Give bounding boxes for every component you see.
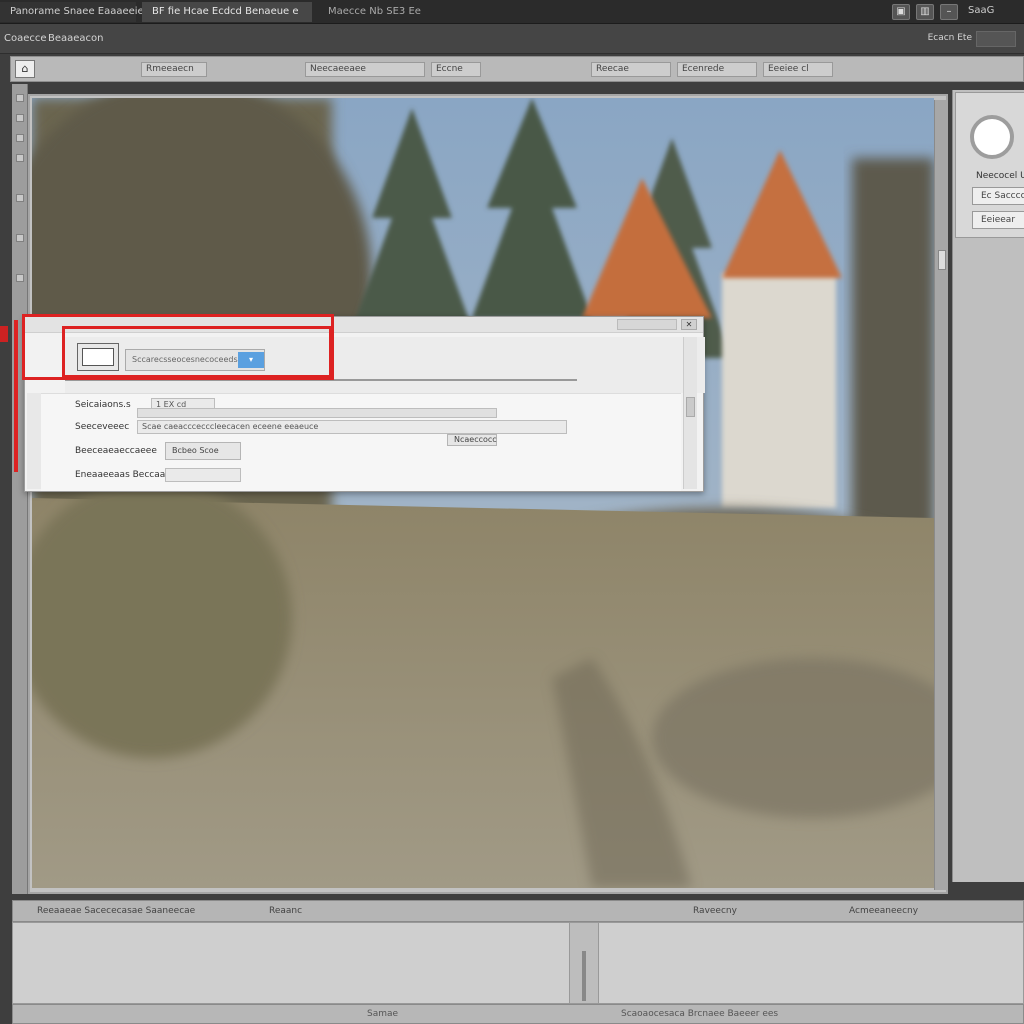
bottom-label-3[interactable]: Raveecny — [693, 906, 737, 916]
highlight-marker — [0, 326, 8, 342]
title-bar: Panorame Snaee Eaaaeeie ie BF fie Hcae E… — [0, 0, 1024, 24]
dialog-row-4-input[interactable] — [165, 468, 241, 482]
tab-active-document[interactable]: BF fie Hcae Ecdcd Benaeue e — [142, 2, 312, 22]
bottom-panel — [12, 922, 1024, 1004]
menu-item-file[interactable]: Coaecce — [4, 33, 47, 44]
eraser-tool-icon[interactable] — [16, 274, 24, 282]
dialog-body: Seicaiaons.s 1 EX cd Seeceveeec Scae cae… — [41, 393, 681, 491]
options-toolbar: ⌂ Rmeeaecn Neecaeeaee Eccne Reecae Ecenr… — [10, 56, 1024, 82]
dialog-scrollbar[interactable] — [683, 337, 697, 489]
toolbar-field-4[interactable]: Reecae — [591, 62, 671, 77]
menu-item-edit[interactable]: Beaaeacon — [48, 33, 104, 44]
canvas-photo[interactable] — [32, 98, 934, 888]
minimize-icon[interactable]: – — [940, 4, 958, 20]
landscape-image — [32, 98, 934, 888]
move-tool-icon[interactable] — [16, 94, 24, 102]
toolbar-field-3[interactable]: Eccne — [431, 62, 481, 77]
dialog-scroll-thumb[interactable] — [686, 397, 695, 417]
right-panel: Neecocel Ue Ec Sacccce Eeieear — [952, 90, 1024, 882]
menubar-right-label[interactable]: Ecacn Ete — [928, 33, 972, 43]
brush-tool-icon[interactable] — [16, 194, 24, 202]
scroll-thumb[interactable] — [938, 250, 946, 270]
dialog-row-1-label: Seicaiaons.s — [75, 400, 131, 410]
right-panel-input-2[interactable]: Eeieear — [972, 211, 1024, 229]
canvas-vertical-scrollbar[interactable] — [934, 100, 948, 890]
window-tile-icon[interactable]: ▥ — [916, 4, 934, 20]
select-tool-icon[interactable] — [16, 114, 24, 122]
right-panel-label: Neecocel Ue — [976, 171, 1024, 181]
dialog-row-3-label: Beeceaeaeccaeee — [75, 446, 157, 456]
toolbar-field-5[interactable]: Ecenrede — [677, 62, 757, 77]
crop-tool-icon[interactable] — [16, 154, 24, 162]
bottom-panel-header: Reeaaeae Sacececasae Saaneecae Reaanc Ra… — [12, 900, 1024, 922]
right-panel-top: Neecocel Ue Ec Sacccce Eeieear — [955, 92, 1024, 238]
highlight-box-inner — [62, 326, 332, 378]
brush-preview-icon[interactable] — [970, 115, 1014, 159]
toolbar-field-6[interactable]: Eeeiee cl — [763, 62, 833, 77]
stamp-tool-icon[interactable] — [16, 234, 24, 242]
dialog-minimize-bar[interactable] — [617, 319, 677, 330]
dialog-row-4-label: Eneaaeeaas Beccaae — [75, 470, 171, 480]
menubar-options-button[interactable] — [976, 31, 1016, 47]
dialog-side-button[interactable]: Ncaeccocc — [447, 434, 497, 446]
home-icon[interactable]: ⌂ — [15, 60, 35, 78]
toolbar-field-2[interactable]: Neecaeeaee — [305, 62, 425, 77]
dialog-row-3-button[interactable]: Bcbeo Scoe — [165, 442, 241, 460]
status-bar: Samae Scaoaocesaca Brcnaee Baeeer ees — [12, 1004, 1024, 1024]
title-right-label: SaaG — [968, 5, 995, 16]
bottom-label-4[interactable]: Acmeeaneecny — [849, 906, 918, 916]
document-canvas[interactable] — [28, 94, 948, 894]
toolbar-field-1[interactable]: Rmeeaecn — [141, 62, 207, 77]
camera-icon[interactable]: ▣ — [892, 4, 910, 20]
dialog-row-2-input[interactable]: Scae caeacccecccleecacen eceene eeaeuce — [137, 420, 567, 434]
menu-bar: Coaecce Beaaeacon Ecacn Ete — [0, 24, 1024, 54]
dialog-row-1-slider[interactable] — [137, 408, 497, 418]
status-label-2: Scaoaocesaca Brcnaee Baeeer ees — [621, 1009, 779, 1019]
close-icon[interactable]: ✕ — [681, 319, 697, 330]
highlight-side-bar — [14, 320, 18, 472]
bottom-panel-divider[interactable] — [569, 923, 599, 1003]
bottom-label-1[interactable]: Reeaaeae Sacececasae Saaneecae — [37, 906, 195, 916]
lasso-tool-icon[interactable] — [16, 134, 24, 142]
resize-handle-icon[interactable] — [582, 951, 586, 1001]
tab-secondary[interactable]: Maecce Nb SE3 Ee — [318, 2, 438, 22]
tab-panorama[interactable]: Panorame Snaee Eaaaeeie ie — [0, 2, 156, 22]
dialog-row-2-label: Seeceveeec — [75, 422, 130, 432]
status-label-1: Samae — [367, 1009, 399, 1019]
right-panel-input-1[interactable]: Ec Sacccce — [972, 187, 1024, 205]
bottom-label-2[interactable]: Reaanc — [269, 906, 302, 916]
